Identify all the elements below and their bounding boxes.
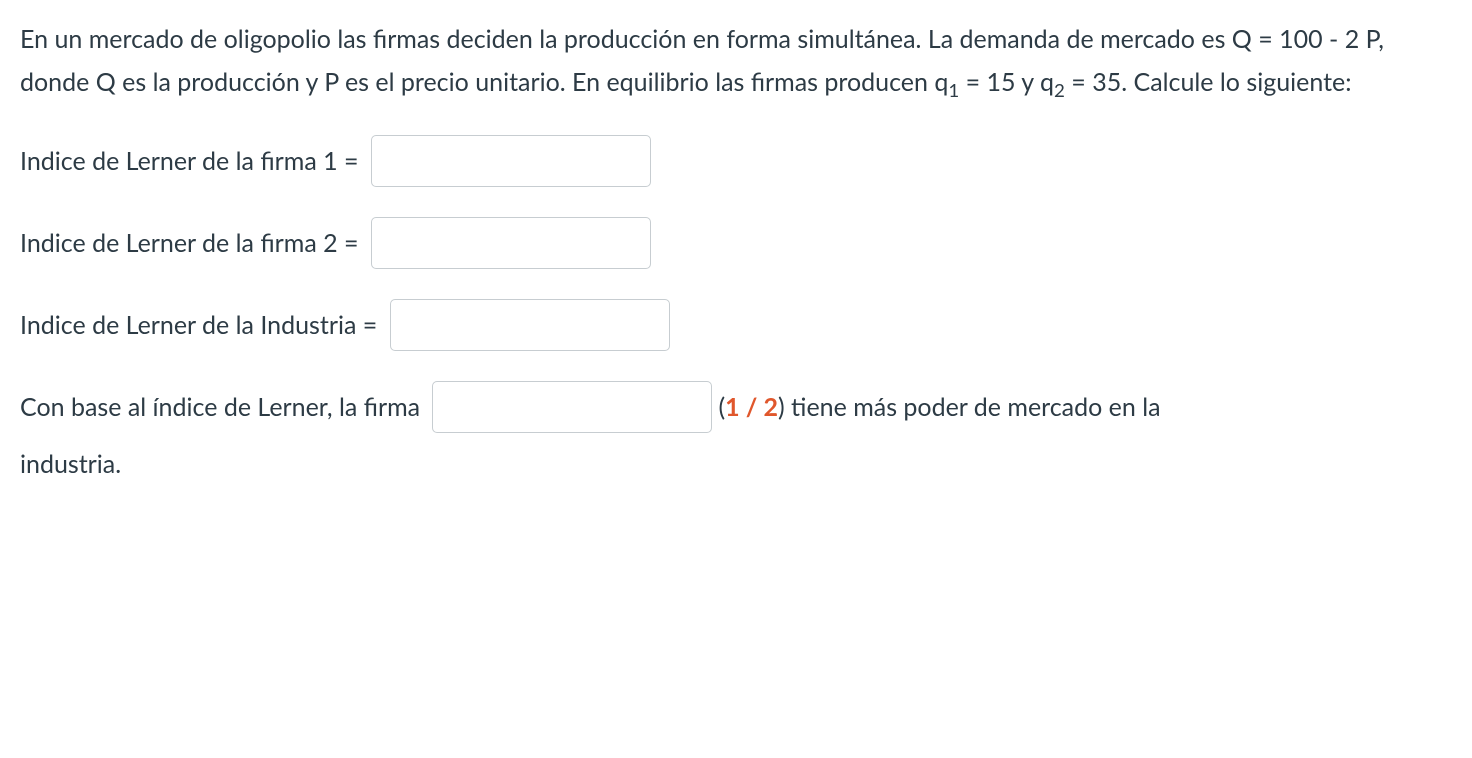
power-question-post: ) tiene más poder de mercado en la [778,386,1161,429]
lerner-industry-input[interactable] [390,299,670,351]
question-row-4: Con base al índice de Lerner, la firma (… [20,381,1452,433]
lerner-firm1-input[interactable] [371,135,651,187]
subscript-2: 2 [1054,78,1065,101]
question-row-3: Indice de Lerner de la Industria = [20,299,1452,351]
subscript-1: 1 [948,78,959,101]
problem-statement: En un mercado de oligopolio las firmas d… [20,18,1452,105]
power-question-pre: Con base al índice de Lerner, la firma [20,386,426,429]
lerner-firm1-label: Indice de Lerner de la firma 1 = [20,140,365,183]
lerner-firm2-input[interactable] [371,217,651,269]
question-row-1: Indice de Lerner de la firma 1 = [20,135,1452,187]
hint-open-paren: ( [718,386,725,429]
hint-options: 1 / 2 [725,386,778,429]
lerner-industry-label: Indice de Lerner de la Industria = [20,304,384,347]
question-page: En un mercado de oligopolio las firmas d… [0,0,1472,506]
problem-text-part3: = 35. Calcule lo siguiente: [1065,67,1352,97]
lerner-firm2-label: Indice de Lerner de la firma 2 = [20,222,365,265]
power-question-line2: industria. [20,443,1452,486]
firm-power-input[interactable] [432,381,712,433]
problem-text-part2: = 15 y q [959,67,1054,97]
question-row-2: Indice de Lerner de la firma 2 = [20,217,1452,269]
